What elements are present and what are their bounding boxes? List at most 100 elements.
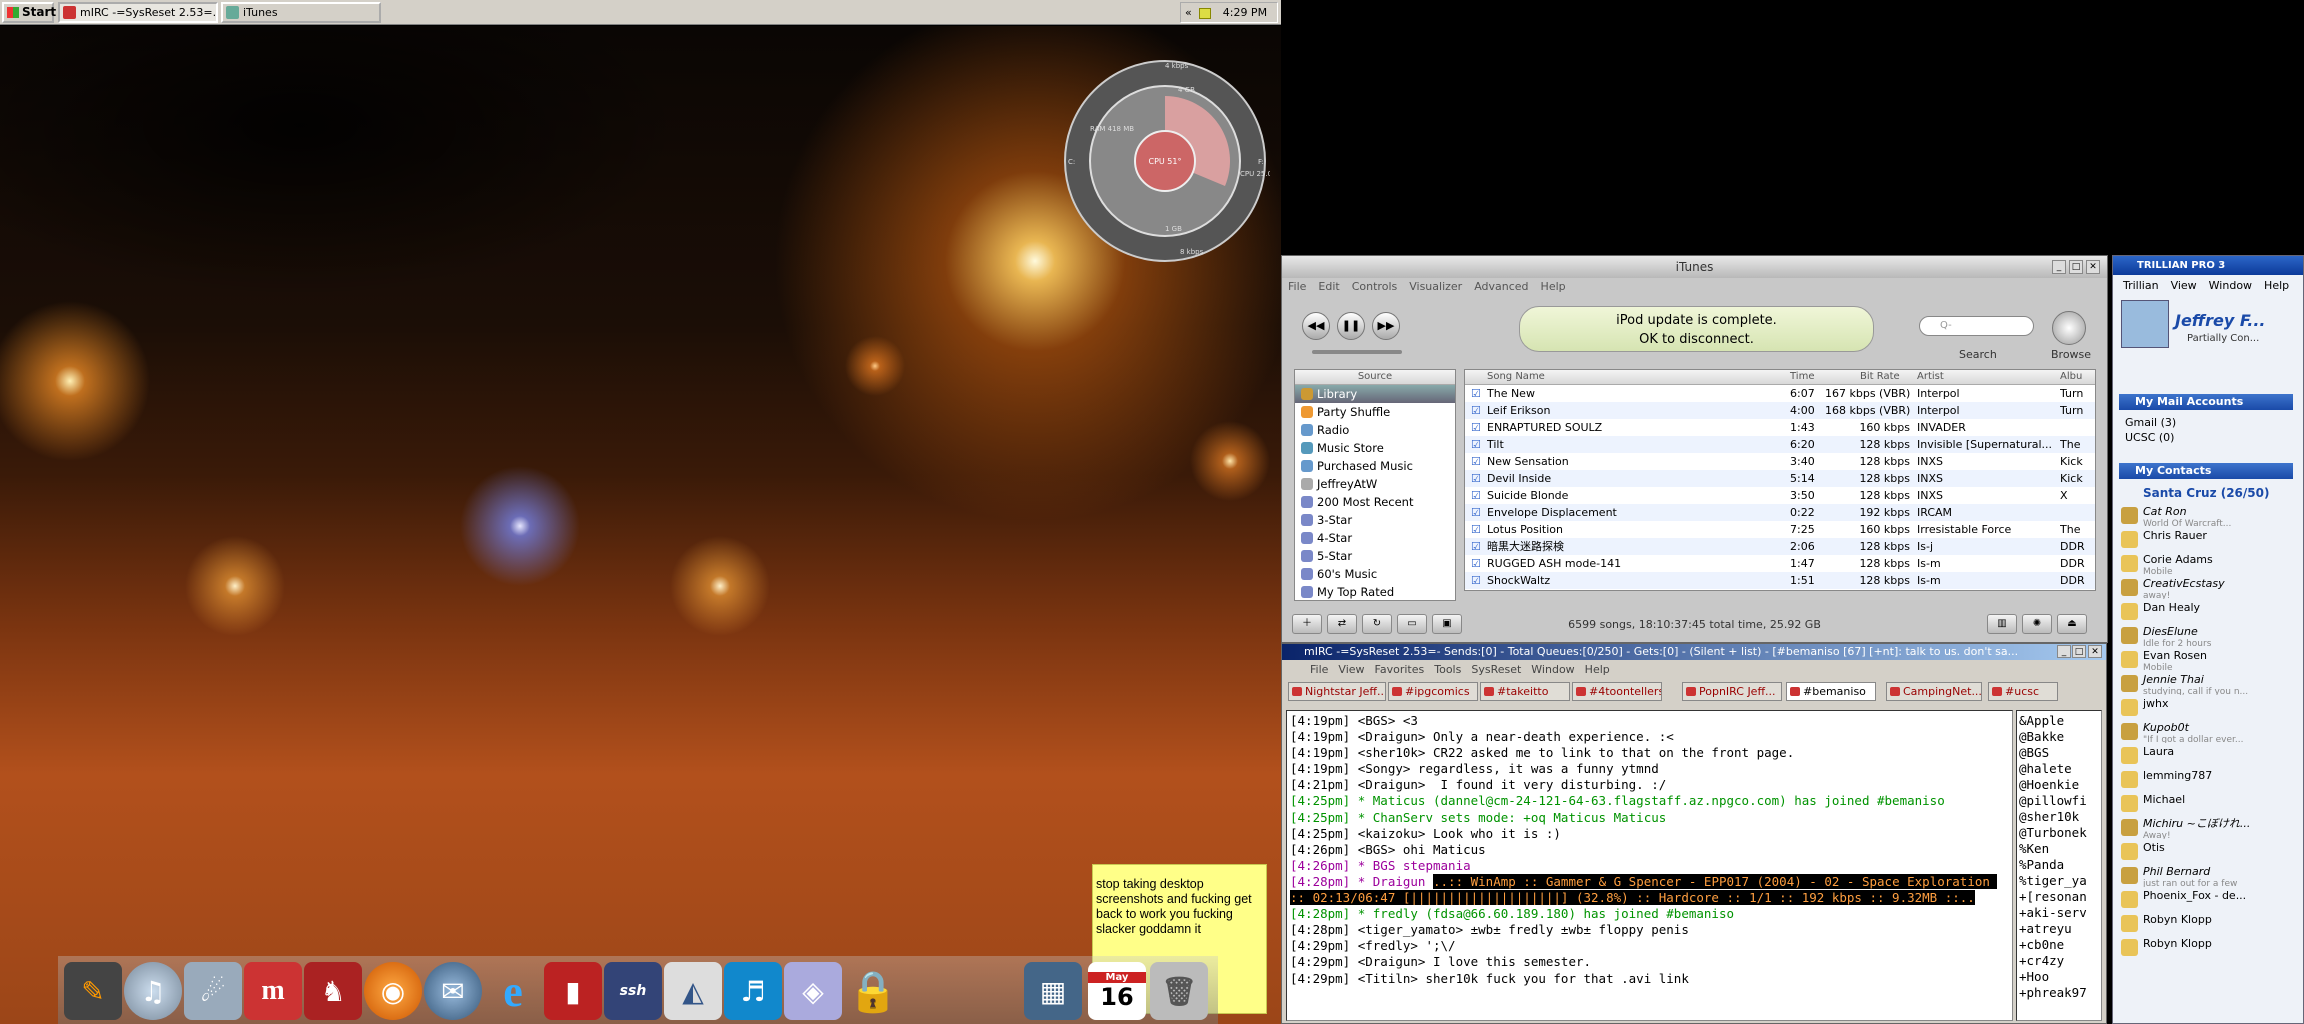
nick-item[interactable]: @pillowfi xyxy=(2019,793,2099,809)
feather-icon[interactable]: ☄ xyxy=(184,962,242,1020)
browse-icon[interactable] xyxy=(2052,311,2086,345)
close-button[interactable]: ✕ xyxy=(2086,260,2100,274)
nick-item[interactable]: +cr4zy xyxy=(2019,953,2099,969)
tab-channel[interactable]: CampingNet... xyxy=(1886,682,1982,701)
contact-item[interactable]: Evan Rosen Mobile xyxy=(2119,648,2289,671)
checkbox-icon[interactable]: ☑ xyxy=(1471,453,1481,470)
nick-item[interactable]: +[resonan xyxy=(2019,889,2099,905)
source-party-shuffle[interactable]: Party Shuffle xyxy=(1295,403,1455,421)
checkbox-icon[interactable]: ☑ xyxy=(1471,470,1481,487)
nick-item[interactable]: +aki-serv xyxy=(2019,905,2099,921)
nick-item[interactable]: @sher10k xyxy=(2019,809,2099,825)
source-playlist[interactable]: My Top Rated xyxy=(1295,583,1455,601)
repeat-button[interactable]: ↻ xyxy=(1362,614,1392,634)
menu-file[interactable]: File xyxy=(1310,663,1328,676)
nick-item[interactable]: +Hoo xyxy=(2019,969,2099,985)
song-row[interactable]: ☑ ShockWaltz 1:51 128 kbps Is-m DDR xyxy=(1465,572,2095,589)
menu-help[interactable]: Help xyxy=(1585,663,1610,676)
box-icon[interactable]: ◈ xyxy=(784,962,842,1020)
nick-item[interactable]: @Turbonek xyxy=(2019,825,2099,841)
next-button[interactable]: ▶▶ xyxy=(1372,312,1400,340)
song-row[interactable]: ☑ Lotus Position 7:25 160 kbps Irresistable … xyxy=(1465,521,2095,538)
menu-visualizer[interactable]: Visualizer xyxy=(1409,280,1462,293)
lock-icon[interactable]: 🔒 xyxy=(844,962,902,1020)
song-row[interactable]: ☑ Leif Erikson 4:00 168 kbps (VBR) Interpol T… xyxy=(1465,402,2095,419)
song-row[interactable]: ☑ Tilt 6:20 128 kbps Invisible [Supernatural… xyxy=(1465,436,2095,453)
adobe-icon[interactable]: ◭ xyxy=(664,962,722,1020)
nick-item[interactable]: %tiger_ya xyxy=(2019,873,2099,889)
mail-gmail[interactable]: Gmail (3) xyxy=(2125,416,2176,429)
song-row[interactable]: ☑ New Sensation 3:40 128 kbps INXS Kick xyxy=(1465,453,2095,470)
source-playlist[interactable]: 3-Star xyxy=(1295,511,1455,529)
menu-tools[interactable]: Tools xyxy=(1434,663,1461,676)
previous-button[interactable]: ◀◀ xyxy=(1302,312,1330,340)
menu-controls[interactable]: Controls xyxy=(1352,280,1398,293)
song-row[interactable]: ☑ RUGGED ASH mode-141 1:47 128 kbps Is-m DDR xyxy=(1465,555,2095,572)
ie-icon[interactable]: e xyxy=(484,962,542,1020)
contact-item[interactable]: Chris Rauer xyxy=(2119,528,2289,551)
menu-file[interactable]: File xyxy=(1288,280,1306,293)
contact-item[interactable]: Michael xyxy=(2119,792,2289,815)
mail-ucsc[interactable]: UCSC (0) xyxy=(2125,431,2174,444)
firefox-icon[interactable]: ◉ xyxy=(364,962,422,1020)
checkbox-icon[interactable]: ☑ xyxy=(1471,538,1481,555)
nick-item[interactable]: %Ken xyxy=(2019,841,2099,857)
col-album[interactable]: Albu xyxy=(2060,371,2082,382)
artwork-button[interactable]: ▭ xyxy=(1397,614,1427,634)
contact-item[interactable]: Dan Healy xyxy=(2119,600,2289,623)
search-input[interactable]: Q- xyxy=(1919,316,2034,336)
menu-trillian[interactable]: Trillian xyxy=(2123,279,2159,292)
fox-icon[interactable]: ♞ xyxy=(304,962,362,1020)
equalizer-button[interactable]: ▥ xyxy=(1987,614,2017,634)
menu-view[interactable]: View xyxy=(2171,279,2197,292)
nick-list[interactable]: &Apple @Bakke @BGS @halete @Hoenkie @pillowfi… xyxy=(2016,710,2102,1021)
ssh-icon[interactable]: ssh xyxy=(604,962,662,1020)
source-playlist[interactable]: 4-Star xyxy=(1295,529,1455,547)
song-row[interactable]: ☑ Envelope Displacement 0:22 192 kbps IRCAM xyxy=(1465,504,2095,521)
song-row[interactable]: ☑ 暗黒大迷路探検 2:06 128 kbps Is-j DDR xyxy=(1465,538,2095,555)
minimize-button[interactable]: _ xyxy=(2052,260,2066,274)
contact-group[interactable]: Santa Cruz (26/50) xyxy=(2143,486,2269,500)
tab-channel[interactable]: #ucsc xyxy=(1988,682,2058,701)
maximize-button[interactable]: □ xyxy=(2072,645,2086,658)
taskbar-task-mirc[interactable]: mIRC -=SysReset 2.53=... xyxy=(58,2,218,23)
col-time[interactable]: Time xyxy=(1790,371,1814,382)
song-row[interactable]: ☑ Suicide Blonde 3:50 128 kbps INXS X xyxy=(1465,487,2095,504)
start-button[interactable]: Start xyxy=(2,2,56,23)
source-playlist[interactable]: 200 Most Recent xyxy=(1295,493,1455,511)
close-button[interactable]: ✕ xyxy=(2088,645,2102,658)
itunes-titlebar[interactable]: iTunes xyxy=(1282,256,2107,278)
tab-channel[interactable]: PopnIRC Jeff... xyxy=(1682,682,1782,701)
pen-icon[interactable]: ✎ xyxy=(64,962,122,1020)
contact-item[interactable]: Robyn Klopp xyxy=(2119,912,2289,935)
menu-favorites[interactable]: Favorites xyxy=(1375,663,1425,676)
nick-item[interactable]: +cb0ne xyxy=(2019,937,2099,953)
mirc-titlebar[interactable]: mIRC -=SysReset 2.53=- Sends:[0] - Total… xyxy=(1282,644,2106,660)
volume-slider[interactable] xyxy=(1312,350,1402,354)
maximize-button[interactable]: □ xyxy=(2069,260,2083,274)
menu-view[interactable]: View xyxy=(1338,663,1364,676)
visualizer-button[interactable]: ✺ xyxy=(2022,614,2052,634)
checkbox-icon[interactable]: ☑ xyxy=(1471,504,1481,521)
contact-item[interactable]: Corie Adams Mobile xyxy=(2119,552,2289,575)
nick-item[interactable]: @Bakke xyxy=(2019,729,2099,745)
song-row[interactable]: ☑ The New 6:07 167 kbps (VBR) Interpol Turn xyxy=(1465,385,2095,402)
chat-log[interactable]: [4:19pm] <BGS> <3 [4:19pm] <Draigun> Only… xyxy=(1286,710,2013,1021)
itunes-icon[interactable]: ♫ xyxy=(124,962,182,1020)
contact-item[interactable]: Phil Bernard just ran out for a few xyxy=(2119,864,2289,887)
menu-window[interactable]: Window xyxy=(1531,663,1574,676)
section-mail-accounts[interactable]: My Mail Accounts xyxy=(2119,394,2293,410)
checkbox-icon[interactable]: ☑ xyxy=(1471,521,1481,538)
menu-sysreset[interactable]: SysReset xyxy=(1471,663,1521,676)
contact-item[interactable]: Robyn Klopp xyxy=(2119,936,2289,959)
checkbox-icon[interactable]: ☑ xyxy=(1471,555,1481,572)
display-button[interactable]: ▣ xyxy=(1432,614,1462,634)
checkbox-icon[interactable]: ☑ xyxy=(1471,402,1481,419)
tab-channel-active[interactable]: #bemaniso xyxy=(1786,682,1876,701)
song-row[interactable]: ☑ ENRAPTURED SOULZ 1:43 160 kbps INVADER xyxy=(1465,419,2095,436)
tab-channel[interactable]: #ipgcomics xyxy=(1388,682,1478,701)
source-library[interactable]: Library xyxy=(1295,385,1455,403)
minimize-button[interactable]: _ xyxy=(2057,645,2071,658)
contact-item[interactable]: Otis xyxy=(2119,840,2289,863)
checkbox-icon[interactable]: ☑ xyxy=(1471,487,1481,504)
